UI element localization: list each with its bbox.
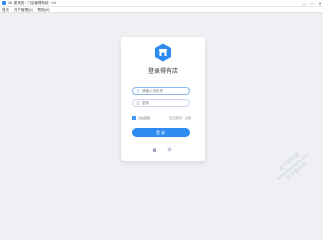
password-input[interactable] <box>142 101 188 105</box>
watermark: 当下软件园 www.downxia.com 当下软件园 <box>268 144 318 190</box>
lock-icon <box>136 101 140 105</box>
menu-item-help[interactable]: 帮助(H) <box>38 8 50 12</box>
remember-checkbox[interactable]: ✓ <box>132 116 136 120</box>
password-field[interactable] <box>132 99 190 107</box>
title-bar: 26. 愿来的 · 门店管理系统 · V4 — □ ✕ <box>0 0 323 7</box>
close-button[interactable]: ✕ <box>318 1 322 6</box>
menu-item-home[interactable]: 首页 <box>2 8 9 12</box>
app-icon <box>2 1 6 5</box>
maximize-button[interactable]: □ <box>310 1 314 6</box>
user-icon <box>136 89 140 93</box>
username-field[interactable] <box>132 87 190 95</box>
remember-password-option[interactable]: ✓ 记住密码 <box>132 116 150 120</box>
login-card: 登录得有店 ✓ 记住密码 忘记密码？ 注册 登录 <box>121 37 205 161</box>
login-button[interactable]: 登录 <box>132 128 190 137</box>
minimize-button[interactable]: — <box>302 1 306 6</box>
login-title: 登录得有店 <box>147 69 178 75</box>
store-hexagon-icon <box>155 43 171 62</box>
lock-icon[interactable] <box>151 146 157 152</box>
username-input[interactable] <box>142 89 188 93</box>
window-controls: — □ ✕ <box>302 0 322 7</box>
menu-bar: 首页 开户管理(A) 帮助(H) <box>0 7 323 13</box>
forgot-register-link[interactable]: 忘记密码？ 注册 <box>169 116 191 120</box>
remember-label: 记住密码 <box>138 116 151 120</box>
window-title: 26. 愿来的 · 门店管理系统 · V4 <box>8 1 56 5</box>
menu-item-account[interactable]: 开户管理(A) <box>14 8 33 12</box>
gear-icon[interactable] <box>166 146 172 152</box>
